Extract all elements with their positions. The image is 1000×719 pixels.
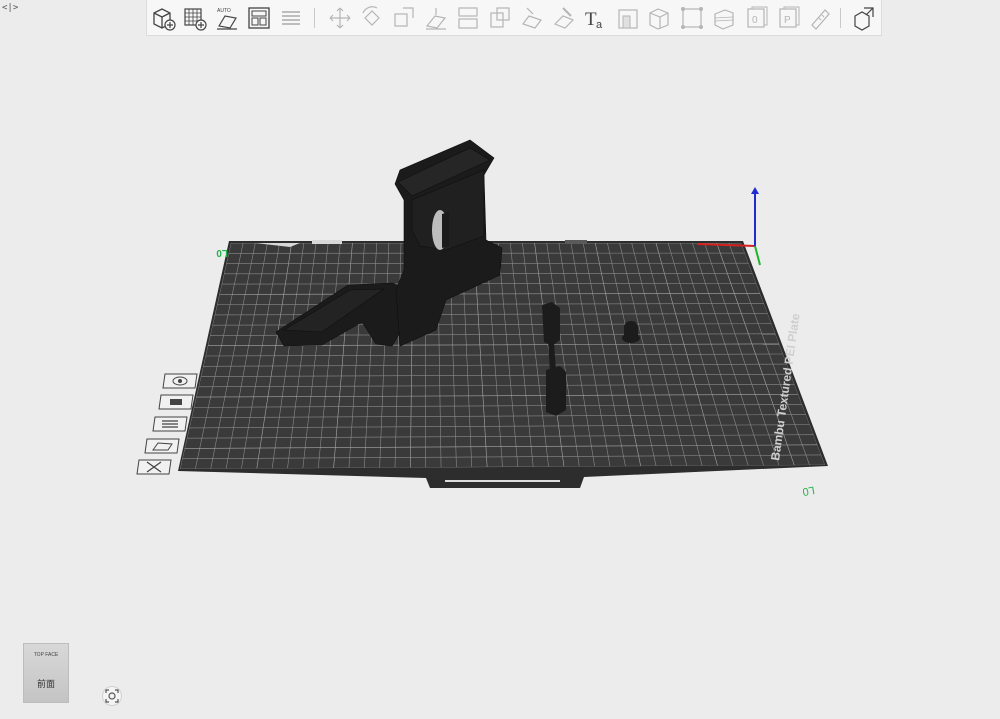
- view-orientation-icon[interactable]: [162, 373, 198, 389]
- build-plate: [178, 240, 828, 488]
- 3d-viewport[interactable]: Bambu Textured PEI Plate L0 L0: [0, 0, 1000, 719]
- plate-settings-icon[interactable]: [144, 438, 180, 454]
- plate-corner-label-left: L0: [216, 247, 228, 258]
- paint-seam-icon[interactable]: [158, 394, 194, 410]
- close-view-icon[interactable]: [136, 459, 172, 475]
- plate-corner-label-right: L0: [801, 484, 815, 498]
- zoom-to-fit-button[interactable]: [102, 686, 122, 706]
- zoom-fit-icon: [105, 689, 119, 703]
- navigation-cube[interactable]: TOP FACE 前面: [23, 643, 69, 703]
- layers-slider-icon[interactable]: [152, 416, 188, 432]
- side-toolbar: [134, 370, 204, 480]
- navcube-top-label: TOP FACE: [33, 652, 59, 658]
- navcube-face-label: 前面: [36, 680, 55, 690]
